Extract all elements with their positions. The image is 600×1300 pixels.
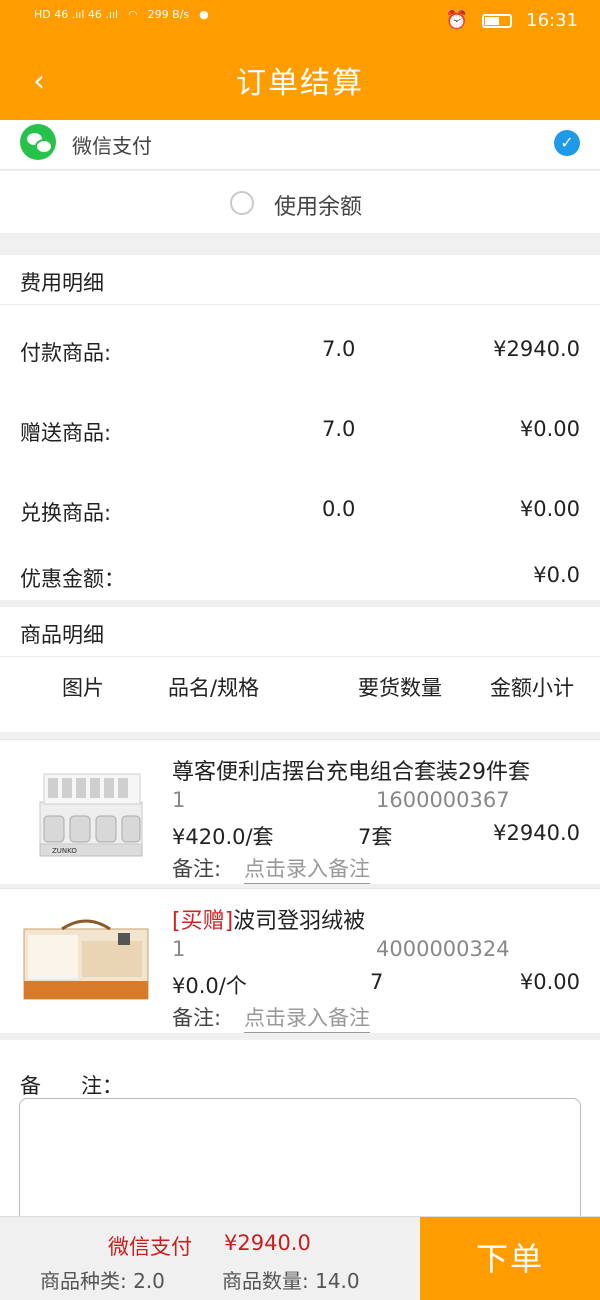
- wechat-pay-option[interactable]: 微信支付 ✓: [0, 120, 600, 170]
- net-speed: 299 B/s: [147, 8, 190, 21]
- fee-qty: 0.0: [322, 497, 356, 521]
- goods-item[interactable]: ZUNKO 尊客便利店摆台充电组合套装29件套 1 1600000367 ¥42…: [0, 739, 600, 884]
- svg-text:ZUNKO: ZUNKO: [52, 847, 77, 855]
- footer-pay-method: 微信支付: [108, 1235, 192, 1259]
- wechat-icon: [20, 124, 56, 160]
- goods-details-title: 商品明细: [20, 623, 104, 647]
- goods-unit-price: ¥0.0/个: [172, 974, 247, 998]
- fee-qty: 7.0: [322, 417, 356, 441]
- fee-row-discount: 优惠金额： ¥0.0: [0, 557, 600, 597]
- remark-label: 备 注：: [20, 1074, 124, 1098]
- column-header: 品名/规格: [168, 676, 260, 700]
- clock: 16:31: [526, 10, 578, 31]
- page-title: 订单结算: [236, 66, 364, 101]
- fee-details-header: 费用明细: [0, 255, 600, 305]
- note-label: 备注:: [172, 857, 222, 881]
- goods-item[interactable]: [买赠]波司登羽绒被 1 4000000324 ¥0.0/个 7 ¥0.00 备…: [0, 888, 600, 1033]
- goods-quantity: 商品数量: 14.0: [222, 1269, 360, 1293]
- goods-count: 7: [370, 970, 384, 994]
- checkmark-icon[interactable]: ✓: [554, 130, 580, 156]
- goods-subtotal: ¥0.00: [519, 970, 580, 994]
- goods-subtotal: ¥2940.0: [493, 821, 580, 845]
- fee-label: 付款商品:: [20, 341, 112, 365]
- nav-header: ‹ 订单结算: [0, 46, 600, 120]
- fee-row-gift: 赠送商品: 7.0 ¥0.00: [0, 411, 600, 451]
- status-left: HD 46 .ııl 46 .ııl ◠ 299 B/s ●: [34, 8, 209, 21]
- fee-amount: ¥0.00: [519, 497, 580, 521]
- column-header: 金额小计: [490, 676, 574, 700]
- footer-total: ¥2940.0: [224, 1231, 311, 1255]
- fee-label: 赠送商品:: [20, 421, 112, 445]
- remark-section: 备 注：: [0, 1040, 600, 1238]
- signal-icon: HD 46 .ııl 46 .ııl: [34, 8, 119, 21]
- note-input-link[interactable]: 点击录入备注: [244, 853, 370, 884]
- goods-code: 4000000324: [376, 937, 510, 961]
- goods-unit-price: ¥420.0/套: [172, 825, 274, 849]
- wifi-icon: ◠: [128, 8, 138, 21]
- checkout-bar: 微信支付 ¥2940.0 商品种类: 2.0 商品数量: 14.0 下单: [0, 1216, 600, 1300]
- fee-amount: ¥0.00: [519, 417, 580, 441]
- goods-details: 商品明细 图片 品名/规格 要货数量 金额小计: [0, 607, 600, 732]
- fee-details-title: 费用明细: [20, 271, 104, 295]
- fee-label: 兑换商品:: [20, 501, 112, 525]
- battery-icon: [482, 13, 513, 28]
- product-image-charging-display: ZUNKO: [39, 773, 143, 857]
- fee-row-paid: 付款商品: 7.0 ¥2940.0: [0, 331, 600, 371]
- goods-count: 7套: [358, 825, 393, 849]
- fee-amount: ¥2940.0: [493, 337, 580, 361]
- goods-line-qty: 1: [172, 788, 186, 812]
- status-bar: HD 46 .ııl 46 .ııl ◠ 299 B/s ● ⏰ 16:31: [0, 0, 600, 46]
- wechat-pay-label: 微信支付: [72, 134, 152, 158]
- status-right: ⏰ 16:31: [446, 10, 578, 31]
- use-balance-option[interactable]: 使用余额: [0, 171, 600, 233]
- fee-amount: ¥0.0: [533, 563, 580, 587]
- column-header: 要货数量: [358, 676, 442, 700]
- top-bar: HD 46 .ııl 46 .ııl ◠ 299 B/s ● ⏰ 16:31 ‹…: [0, 0, 600, 120]
- goods-kinds: 商品种类: 2.0: [40, 1269, 165, 1293]
- goods-columns: 图片 品名/规格 要货数量 金额小计: [0, 658, 600, 718]
- goods-name: [买赠]波司登羽绒被: [172, 903, 365, 935]
- product-image-down-quilt: [23, 919, 149, 1000]
- qq-icon: ●: [199, 8, 209, 21]
- fee-label: 优惠金额：: [20, 567, 125, 591]
- goods-line-qty: 1: [172, 937, 186, 961]
- column-header: 图片: [62, 676, 104, 700]
- goods-details-header: 商品明细: [0, 607, 600, 657]
- place-order-button[interactable]: 下单: [420, 1217, 600, 1300]
- fee-details: 费用明细 付款商品: 7.0 ¥2940.0 赠送商品: 7.0 ¥0.00 兑…: [0, 255, 600, 600]
- radio-unchecked-icon[interactable]: [230, 191, 254, 215]
- fee-qty: 7.0: [322, 337, 356, 361]
- note-input-link[interactable]: 点击录入备注: [244, 1002, 370, 1033]
- gift-tag: [买赠]: [172, 909, 234, 934]
- goods-code: 1600000367: [376, 788, 510, 812]
- goods-name: 尊客便利店摆台充电组合套装29件套: [172, 760, 530, 785]
- note-label: 备注:: [172, 1006, 222, 1030]
- goods-name-text: 波司登羽绒被: [233, 909, 366, 934]
- alarm-icon: ⏰: [445, 10, 469, 31]
- fee-row-exchange: 兑换商品: 0.0 ¥0.00: [0, 491, 600, 531]
- use-balance-label: 使用余额: [274, 195, 363, 220]
